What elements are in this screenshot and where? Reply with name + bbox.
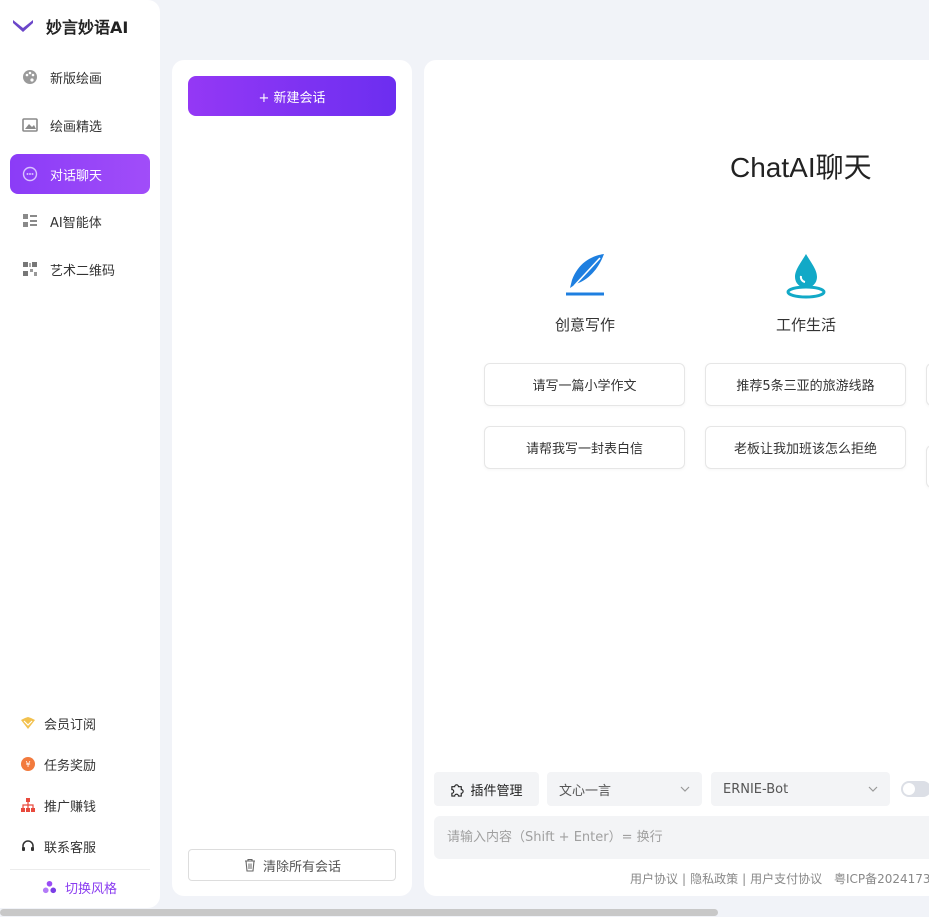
theme-switch-label: 切换风格 <box>65 882 118 897</box>
sidebar-item-label: AI智能体 <box>50 215 102 231</box>
prompt-suggestion[interactable]: 请写一篇小学作文 <box>484 363 685 406</box>
sidebar-item-new-drawing[interactable]: 新版绘画 <box>10 57 150 97</box>
plugin-manage-label: 插件管理 <box>470 783 523 799</box>
reward-icon: ¥ <box>21 757 35 771</box>
promote-link[interactable]: 推广赚钱 <box>20 794 96 816</box>
sidebar-item-art-qrcode[interactable]: 艺术二维码 <box>10 249 150 289</box>
headset-icon <box>22 840 34 851</box>
clear-all-conversations-button[interactable]: 清除所有会话 <box>188 849 396 881</box>
chat-input[interactable] <box>434 816 929 859</box>
trash-icon <box>244 858 255 872</box>
category-label: 创意写作 <box>554 316 615 334</box>
prompt-suggestion[interactable]: 推荐5条三亚的旅游线路 <box>705 363 906 406</box>
membership-label: 会员订阅 <box>44 717 97 733</box>
palette-icon <box>23 70 37 84</box>
svg-text:¥: ¥ <box>25 760 30 769</box>
chat-icon <box>22 166 38 182</box>
model-provider-value: 文心一言 <box>559 783 612 799</box>
prompt-suggestion[interactable]: 请帮我写一封表白信 <box>484 426 685 469</box>
category-creative-writing: 创意写作 <box>485 250 685 335</box>
image-icon <box>22 118 38 132</box>
horizontal-scrollbar-thumb[interactable] <box>0 909 718 916</box>
brand[interactable]: 妙言妙语AI <box>12 14 128 38</box>
membership-link[interactable]: 会员订阅 <box>20 712 96 734</box>
conversation-panel: + 新建会话 清除所有会话 <box>172 60 412 896</box>
sidebar-divider <box>10 869 150 870</box>
feature-toggle[interactable] <box>901 781 929 797</box>
crown-icon <box>21 717 35 729</box>
clear-all-label: 清除所有会话 <box>262 859 341 875</box>
theme-switch-button[interactable]: 切换风格 <box>42 878 117 897</box>
promote-label: 推广赚钱 <box>44 799 97 815</box>
sidebar-item-label: 对话聊天 <box>50 168 103 184</box>
icp-record[interactable]: 粤ICP备20241734 <box>834 872 929 886</box>
sidebar-item-label: 艺术二维码 <box>50 263 116 279</box>
chevron-down-icon <box>680 786 690 792</box>
customer-service-label: 联系客服 <box>44 840 97 856</box>
task-reward-link[interactable]: ¥ 任务奖励 <box>20 753 96 775</box>
model-name-select[interactable]: ERNIE-Bot <box>711 772 890 806</box>
network-icon <box>21 798 35 812</box>
qrcode-icon <box>23 262 37 276</box>
sidebar-item-label: 绘画精选 <box>50 119 103 135</box>
customer-service-link[interactable]: 联系客服 <box>20 835 96 857</box>
model-name-value: ERNIE-Bot <box>723 781 789 797</box>
footer-links: 用户协议 | 隐私政策 | 用户支付协议 粤ICP备20241734 <box>630 870 929 887</box>
sidebar: 妙言妙语AI 新版绘画 绘画精选 对话聊天 AI智能体 艺术二维码 会员订阅 ¥… <box>0 0 160 908</box>
chevron-down-icon <box>868 786 878 792</box>
model-provider-select[interactable]: 文心一言 <box>547 772 702 806</box>
task-reward-label: 任务奖励 <box>44 758 97 774</box>
sidebar-item-chat[interactable]: 对话聊天 <box>10 154 150 194</box>
footer-separator: | <box>742 872 747 886</box>
toggle-knob <box>903 783 915 795</box>
feather-pen-icon <box>566 254 604 296</box>
category-label: 工作生活 <box>775 316 836 334</box>
page-title: ChatAI聊天 <box>730 152 872 183</box>
sidebar-item-label: 新版绘画 <box>50 71 103 87</box>
sidebar-item-drawing-gallery[interactable]: 绘画精选 <box>10 105 150 145</box>
water-drop-icon <box>786 254 826 299</box>
brand-name: 妙言妙语AI <box>46 18 129 37</box>
chat-main: ChatAI聊天 创意写作 工作生活 请写一篇小学作文 请帮我写一封表白信 推荐… <box>424 60 929 896</box>
footer-separator: | <box>682 872 687 886</box>
logo-icon <box>13 20 33 32</box>
swap-theme-icon <box>42 880 57 894</box>
sidebar-item-ai-agent[interactable]: AI智能体 <box>10 201 150 241</box>
agent-list-icon <box>23 214 37 227</box>
category-work-life: 工作生活 <box>706 250 906 335</box>
plugin-manage-button[interactable]: 插件管理 <box>434 772 539 806</box>
user-agreement-link[interactable]: 用户协议 <box>630 872 678 886</box>
puzzle-icon <box>451 783 465 797</box>
prompt-suggestion[interactable]: 老板让我加班该怎么拒绝 <box>705 426 906 469</box>
payment-agreement-link[interactable]: 用户支付协议 <box>750 872 822 886</box>
new-chat-button[interactable]: + 新建会话 <box>188 76 396 116</box>
privacy-policy-link[interactable]: 隐私政策 <box>690 872 738 886</box>
